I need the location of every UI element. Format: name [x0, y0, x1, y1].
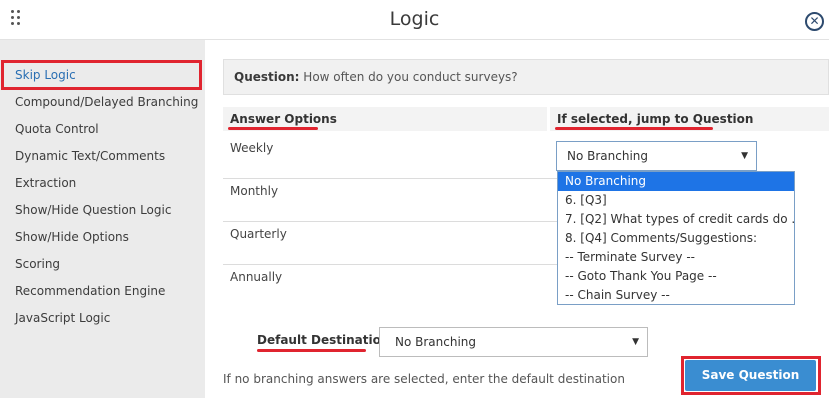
dropdown-option[interactable]: 8. [Q4] Comments/Suggestions: [558, 229, 794, 248]
sidebar-item-skip-logic[interactable]: Skip Logic [15, 68, 76, 82]
default-destination-value: No Branching [395, 335, 477, 349]
sidebar: Skip Logic Compound/Delayed Branching Qu… [0, 40, 205, 398]
sidebar-item-extraction[interactable]: Extraction [15, 176, 76, 190]
dropdown-option[interactable]: 6. [Q3] [558, 191, 794, 210]
sidebar-item-compound-delayed-branching[interactable]: Compound/Delayed Branching [15, 95, 198, 109]
annotation-underline [555, 127, 713, 130]
row-divider [223, 178, 559, 179]
dropdown-option[interactable]: -- Terminate Survey -- [558, 248, 794, 267]
sidebar-item-show-hide-options[interactable]: Show/Hide Options [15, 230, 129, 244]
save-question-logic-button[interactable]: Save Question Logic [685, 360, 816, 391]
question-box: Question: How often do you conduct surve… [223, 59, 829, 95]
answer-option-weekly: Weekly [230, 141, 274, 155]
dropdown-option[interactable]: -- Chain Survey -- [558, 286, 794, 305]
default-destination-label: Default Destination [257, 333, 390, 347]
sidebar-item-scoring[interactable]: Scoring [15, 257, 60, 271]
jump-to-question-select[interactable]: No Branching ▼ [556, 141, 757, 171]
dropdown-option[interactable]: -- Goto Thank You Page -- [558, 267, 794, 286]
dialog-title: Logic [389, 8, 440, 30]
jump-select-value: No Branching [567, 149, 649, 163]
answer-option-annually: Annually [230, 270, 283, 284]
jump-options-dropdown: No Branching 6. [Q3] 7. [Q2] What types … [557, 171, 795, 305]
dialog-header: Logic ✕ [0, 0, 829, 40]
main-panel: Question: How often do you conduct surve… [205, 40, 829, 398]
sidebar-item-show-hide-question-logic[interactable]: Show/Hide Question Logic [15, 203, 171, 217]
default-destination-hint: If no branching answers are selected, en… [223, 372, 625, 386]
dropdown-option[interactable]: No Branching [558, 172, 794, 191]
answer-option-monthly: Monthly [230, 184, 279, 198]
answer-option-quarterly: Quarterly [230, 227, 287, 241]
annotation-underline [228, 127, 318, 130]
question-prefix: Question: [234, 70, 300, 84]
annotation-underline [257, 349, 366, 352]
row-divider [223, 264, 559, 265]
chevron-down-icon: ▼ [632, 337, 639, 347]
sidebar-item-quota-control[interactable]: Quota Control [15, 122, 99, 136]
dropdown-option[interactable]: 7. [Q2] What types of credit cards do ..… [558, 210, 794, 229]
sidebar-item-dynamic-text[interactable]: Dynamic Text/Comments [15, 149, 165, 163]
row-divider [223, 221, 559, 222]
sidebar-item-recommendation-engine[interactable]: Recommendation Engine [15, 284, 165, 298]
default-destination-select[interactable]: No Branching ▼ [379, 327, 648, 357]
sidebar-item-javascript-logic[interactable]: JavaScript Logic [15, 311, 110, 325]
question-text: How often do you conduct surveys? [303, 70, 518, 84]
chevron-down-icon: ▼ [741, 151, 748, 161]
close-icon[interactable]: ✕ [805, 12, 824, 31]
